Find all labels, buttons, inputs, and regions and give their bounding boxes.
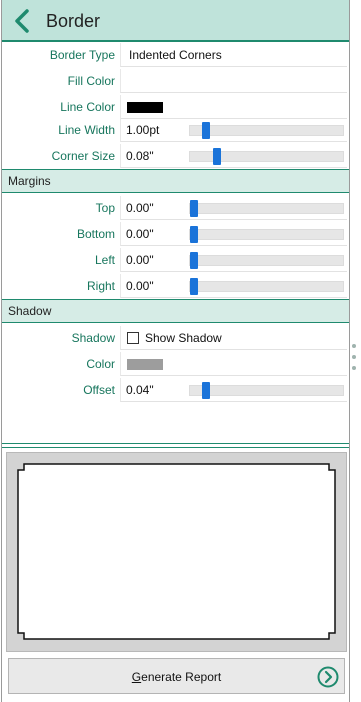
preview-divider-top [2,443,349,444]
margin-left-slider-thumb[interactable] [190,252,198,269]
corner-size-slider[interactable] [189,148,344,165]
border-settings-panel: Border Border Type Indented Corners Fill… [1,0,350,702]
line-width-slider[interactable] [189,122,344,139]
panel-resize-strip[interactable] [351,0,361,702]
line-color-swatch[interactable] [127,102,163,113]
row-margin-right: Right 0.00" [2,273,349,299]
corner-size-slider-thumb[interactable] [213,148,221,165]
row-border-type: Border Type Indented Corners [2,42,349,68]
margin-right-control: 0.00" [120,274,347,298]
page-title: Border [46,11,101,31]
section-margins-title: Margins [8,174,51,188]
line-width-control: 1.00pt [120,118,347,142]
margin-top-label: Top [95,201,115,215]
shadow-offset-label: Offset [83,383,115,397]
resize-grip-dot [352,355,356,359]
indented-corners-preview [17,463,336,640]
margin-top-value[interactable]: 0.00" [126,196,154,220]
margin-bottom-value[interactable]: 0.00" [126,222,154,246]
row-margin-bottom: Bottom 0.00" [2,221,349,247]
border-type-value: Indented Corners [129,48,222,62]
shadow-color-picker[interactable] [120,352,347,376]
margin-bottom-control: 0.00" [120,222,347,246]
border-preview [6,452,347,652]
shadow-color-swatch[interactable] [127,359,163,370]
border-type-dropdown[interactable]: Indented Corners [120,43,347,67]
shadow-offset-slider-thumb[interactable] [202,382,210,399]
shadow-offset-value[interactable]: 0.04" [126,378,154,402]
fill-color-picker[interactable] [120,69,347,93]
section-shadow-title: Shadow [8,304,52,318]
line-width-value[interactable]: 1.00pt [126,118,159,142]
chevron-left-icon[interactable] [10,7,36,35]
margin-left-slider[interactable] [189,252,344,269]
show-shadow-checkbox[interactable] [127,332,139,344]
generate-report-button[interactable]: Generate Report [8,658,345,694]
fill-color-label: Fill Color [67,74,115,88]
shadow-label: Shadow [71,331,115,345]
margin-right-label: Right [86,279,115,293]
border-type-label: Border Type [49,48,115,62]
generate-report-label: Generate Report [131,670,222,684]
preview-divider-bottom [2,447,349,448]
row-shadow: Shadow Show Shadow [2,325,349,351]
margin-left-value[interactable]: 0.00" [126,248,154,272]
section-shadow: Shadow [2,299,349,323]
margin-right-slider[interactable] [189,278,344,295]
margin-top-control: 0.00" [120,196,347,220]
row-line-width: Line Width 1.00pt [2,117,349,143]
row-margin-top: Top 0.00" [2,195,349,221]
corner-size-control: 0.08" [120,144,347,168]
row-shadow-offset: Offset 0.04" [2,377,349,403]
margin-bottom-slider-thumb[interactable] [190,226,198,243]
row-fill-color: Fill Color [2,68,349,94]
row-shadow-color: Color [2,351,349,377]
resize-grip-dot [352,344,356,348]
shadow-color-label: Color [86,357,115,371]
show-shadow-label[interactable]: Show Shadow [145,326,222,350]
row-margin-left: Left 0.00" [2,247,349,273]
line-width-label: Line Width [58,123,115,137]
margin-bottom-slider[interactable] [189,226,344,243]
margin-left-control: 0.00" [120,248,347,272]
shadow-toggle: Show Shadow [120,326,347,350]
resize-grip-dot [352,366,356,370]
shadow-offset-slider[interactable] [189,382,344,399]
line-width-slider-thumb[interactable] [202,122,210,139]
line-color-picker[interactable] [120,95,347,119]
margin-right-value[interactable]: 0.00" [126,274,154,298]
arrow-right-circle-icon[interactable] [317,666,339,688]
margin-left-label: Left [94,253,115,267]
section-margins: Margins [2,169,349,193]
margin-top-slider[interactable] [189,200,344,217]
corner-size-value[interactable]: 0.08" [126,144,154,168]
row-corner-size: Corner Size 0.08" [2,143,349,169]
margin-bottom-label: Bottom [76,227,115,241]
margin-right-slider-thumb[interactable] [190,278,198,295]
corner-size-label: Corner Size [51,149,115,163]
margin-top-slider-thumb[interactable] [190,200,198,217]
shadow-offset-control: 0.04" [120,378,347,402]
panel-header: Border [2,0,349,42]
